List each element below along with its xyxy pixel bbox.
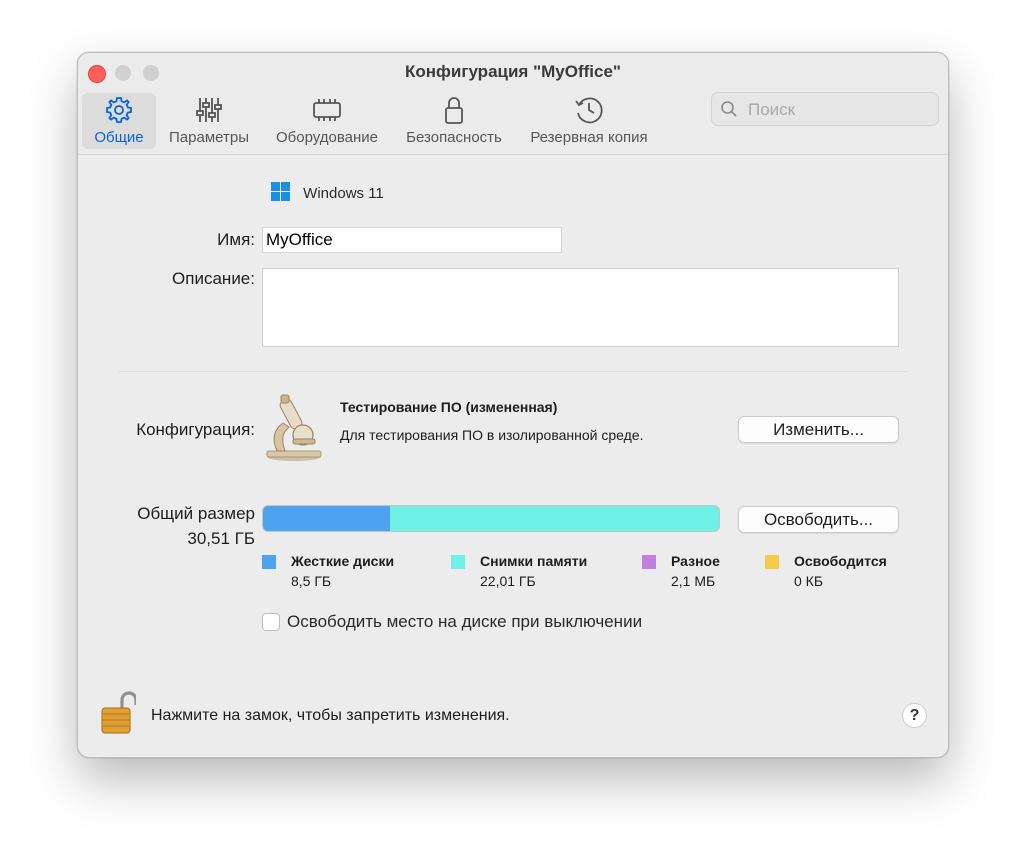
legend-name: Освободится	[794, 553, 887, 569]
reclaim-on-shutdown-checkbox[interactable]	[262, 613, 280, 631]
windows-logo-icon	[271, 182, 290, 205]
configuration-profile-description: Для тестирования ПО в изолированной сред…	[340, 427, 644, 443]
legend-swatch	[262, 555, 276, 569]
tab-parameters-label: Параметры	[169, 129, 249, 146]
legend-name: Разное	[671, 553, 720, 569]
storage-usage-bar	[262, 505, 720, 532]
tab-general-label: Общие	[94, 129, 144, 146]
storage-bar-snapshots	[390, 506, 719, 531]
total-size-label: Общий размер	[137, 504, 255, 523]
lock-hint-text: Нажмите на замок, чтобы запретить измене…	[151, 707, 510, 724]
legend-swatch	[642, 555, 656, 569]
gear-icon	[82, 93, 156, 127]
search-field[interactable]	[711, 92, 939, 126]
help-button[interactable]: ?	[902, 703, 927, 728]
configuration-label: Конфигурация:	[136, 420, 255, 439]
legend-name: Снимки памяти	[480, 553, 588, 569]
reclaim-on-shutdown-label: Освободить место на диске при выключении	[287, 612, 643, 631]
os-name: Windows 11	[303, 185, 384, 202]
tab-backup[interactable]: Резервная копия	[524, 93, 654, 149]
search-icon	[720, 100, 738, 123]
legend-swatch	[765, 555, 779, 569]
legend-name: Жесткие диски	[291, 553, 395, 569]
name-label: Имя:	[217, 230, 255, 249]
description-label: Описание:	[172, 269, 255, 288]
tab-security-label: Безопасность	[406, 129, 502, 146]
tab-security[interactable]: Безопасность	[400, 93, 508, 149]
storage-bar-hard-disks	[263, 506, 391, 531]
total-size-value: 30,51 ГБ	[187, 529, 255, 548]
section-divider	[118, 371, 908, 372]
history-icon	[524, 93, 654, 127]
tab-general[interactable]: Общие	[82, 93, 156, 149]
padlock-open-icon[interactable]	[100, 691, 138, 740]
settings-window: Конфигурация "MyOffice" Общие Параметры …	[77, 52, 949, 758]
free-space-button[interactable]: Освободить...	[738, 506, 899, 533]
legend-value: 22,01 ГБ	[480, 573, 536, 589]
tab-hardware-label: Оборудование	[275, 129, 379, 146]
name-field[interactable]	[262, 227, 562, 253]
window-title: Конфигурация "MyOffice"	[405, 62, 621, 81]
chip-icon	[268, 93, 386, 127]
change-configuration-button[interactable]: Изменить...	[738, 416, 899, 443]
tab-hardware[interactable]: Оборудование	[268, 93, 386, 149]
legend-swatch	[451, 555, 465, 569]
os-info: Windows 11	[271, 182, 384, 205]
sliders-icon	[164, 93, 254, 127]
lock-icon	[400, 93, 508, 127]
tab-backup-label: Резервная копия	[530, 129, 648, 146]
search-input[interactable]	[746, 97, 930, 123]
legend-value: 2,1 МБ	[671, 573, 716, 589]
tab-parameters[interactable]: Параметры	[164, 93, 254, 149]
toolbar: Конфигурация "MyOffice" Общие Параметры …	[78, 53, 948, 155]
configuration-profile-title: Тестирование ПО (измененная)	[340, 399, 558, 415]
microscope-icon	[263, 393, 325, 468]
legend-value: 0 КБ	[794, 573, 824, 589]
legend-value: 8,5 ГБ	[291, 573, 332, 589]
description-field[interactable]	[262, 268, 899, 347]
